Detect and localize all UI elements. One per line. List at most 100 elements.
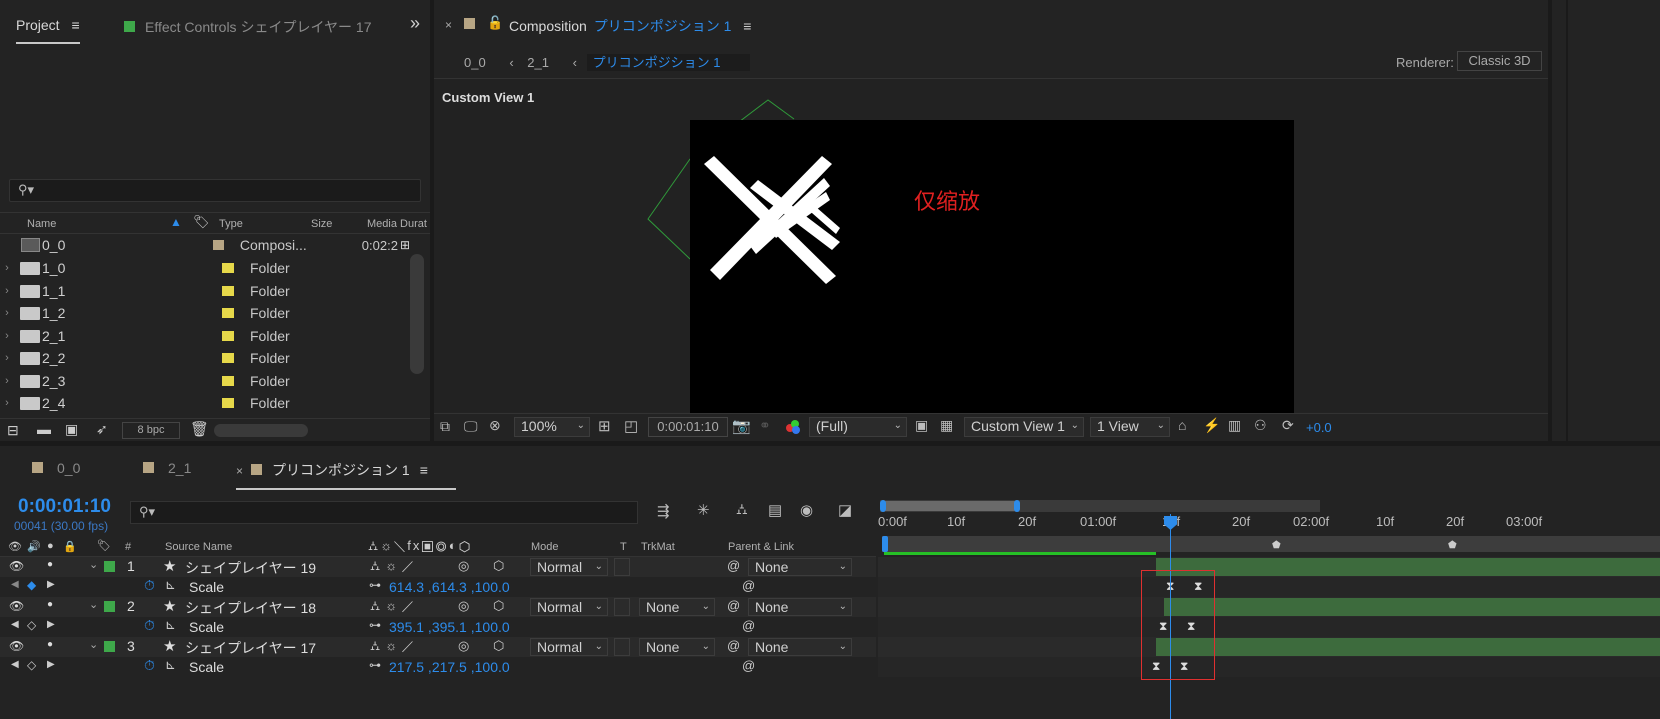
keyframe-diamond-icon[interactable]: ◆ bbox=[27, 578, 36, 592]
bpc-button[interactable]: 8 bpc bbox=[122, 422, 180, 439]
viewer-timecode[interactable]: 0:00:01:10 bbox=[648, 417, 728, 437]
renderer-button[interactable]: Classic 3D bbox=[1457, 51, 1542, 71]
visibility-eye-icon[interactable]: 👁 bbox=[9, 559, 24, 573]
list-item[interactable]: › 1_1 Folder bbox=[0, 280, 410, 302]
parent-select[interactable]: None ⌄ bbox=[748, 598, 852, 616]
col-trkmat[interactable]: TrkMat bbox=[641, 541, 675, 553]
expand-chevron-icon[interactable]: › bbox=[0, 397, 14, 409]
motion-blur-switch-icon[interactable]: ◎ bbox=[458, 558, 469, 574]
list-item[interactable]: › 2_3 Folder bbox=[0, 370, 410, 392]
timeline-tab-0_0[interactable]: 0_0 bbox=[32, 460, 80, 476]
constrain-link-icon[interactable]: ⊶ bbox=[369, 618, 381, 632]
transparency-grid-icon[interactable]: ▦ bbox=[940, 417, 953, 434]
color-channels-icon[interactable] bbox=[786, 420, 800, 434]
expand-chevron-icon[interactable]: › bbox=[0, 262, 14, 274]
layer-duration-bar[interactable] bbox=[1164, 598, 1660, 616]
property-value[interactable]: 217.5 ,217.5 ,100.0 bbox=[389, 659, 510, 675]
expand-chevron-icon[interactable]: › bbox=[0, 285, 14, 297]
constrain-link-icon[interactable]: ⊶ bbox=[369, 658, 381, 672]
fast-previews-icon[interactable]: ⚡ bbox=[1203, 417, 1220, 434]
col-size[interactable]: Size bbox=[311, 218, 332, 230]
layer-duration-bar[interactable] bbox=[1156, 638, 1660, 656]
always-preview-icon[interactable]: ⧉ bbox=[440, 418, 450, 435]
tab-composition[interactable]: Composition プリコンポジション 1 ≡ bbox=[509, 16, 751, 36]
pickwhip-icon[interactable]: @ bbox=[727, 558, 740, 573]
layer-row[interactable]: 👁 ● ⌄ 2 ★ シェイプレイヤー 18 ⛼☼⟋ ◎ ⬡ Normal ⌄ No… bbox=[0, 597, 876, 617]
expand-chevron-icon[interactable]: › bbox=[0, 330, 14, 342]
solo-dot-icon[interactable]: ● bbox=[47, 559, 53, 570]
expand-chevron-icon[interactable]: ⌄ bbox=[89, 638, 98, 651]
panel-menu-icon[interactable]: ≡ bbox=[420, 462, 428, 478]
navigator-start-icon[interactable] bbox=[880, 500, 886, 512]
preserve-transparency[interactable] bbox=[614, 558, 630, 576]
overflow-chevrons-icon[interactable]: » bbox=[410, 13, 420, 34]
composition-viewer[interactable]: Custom View 1 仅缩放 bbox=[434, 78, 1548, 413]
project-search-input[interactable]: ⚲▾ bbox=[9, 179, 421, 202]
layer-label-swatch[interactable] bbox=[104, 641, 115, 652]
toggle-pixel-aspect-icon[interactable]: ⌂ bbox=[1178, 417, 1186, 433]
trkmat-select[interactable]: None ⌄ bbox=[639, 598, 715, 616]
expand-chevron-icon[interactable]: › bbox=[0, 375, 14, 387]
visibility-eye-icon[interactable]: 👁 bbox=[9, 599, 24, 613]
next-keyframe-icon[interactable]: ▶ bbox=[47, 579, 55, 590]
solo-dot-icon[interactable]: ● bbox=[47, 639, 53, 650]
timeline-tab-active[interactable]: × プリコンポジション 1 ≡ bbox=[236, 460, 428, 480]
stopwatch-icon[interactable]: ⏱ bbox=[144, 617, 155, 634]
solo-dot-icon[interactable]: ● bbox=[47, 599, 53, 610]
expand-chevron-icon[interactable]: › bbox=[0, 352, 14, 364]
tab-effect-controls[interactable]: Effect Controls シェイプレイヤー 17 bbox=[124, 17, 382, 37]
property-value[interactable]: 614.3 ,614.3 ,100.0 bbox=[389, 579, 510, 595]
pickwhip-icon[interactable]: @ bbox=[727, 598, 740, 613]
layer-switches[interactable]: ⛼☼⟋ bbox=[370, 598, 418, 616]
preserve-transparency[interactable] bbox=[614, 638, 630, 656]
breadcrumb-item[interactable]: 2_1 bbox=[527, 55, 549, 70]
layer-name[interactable]: シェイプレイヤー 17 bbox=[185, 638, 316, 658]
marker-icon[interactable]: ⬟ bbox=[1272, 540, 1281, 551]
layer-label-swatch[interactable] bbox=[104, 561, 115, 572]
list-item[interactable]: 0_0 Composi... 0:02:2 ⊞ bbox=[0, 234, 410, 256]
graph-icon[interactable]: ⊾ bbox=[165, 577, 176, 593]
timeline-icon[interactable]: ▥ bbox=[1228, 417, 1241, 434]
resolution-select[interactable]: (Full) ⌄ bbox=[809, 417, 907, 437]
graph-icon[interactable]: ⊾ bbox=[165, 617, 176, 633]
draft-3d-icon[interactable]: ✳ bbox=[697, 501, 710, 519]
col-media-duration[interactable]: Media Durat bbox=[367, 218, 427, 230]
work-area-bar[interactable]: ⬟ ⬟ bbox=[882, 536, 1660, 552]
layer-name[interactable]: シェイプレイヤー 18 bbox=[185, 598, 316, 618]
view-select[interactable]: Custom View 1 ⌄ bbox=[964, 417, 1084, 437]
navigator-handle[interactable] bbox=[884, 501, 1016, 511]
expression-pickwhip-icon[interactable]: @ bbox=[742, 658, 755, 673]
trkmat-select[interactable]: None ⌄ bbox=[639, 638, 715, 656]
col-name[interactable]: Name bbox=[27, 218, 56, 230]
expand-chevron-icon[interactable]: ⌄ bbox=[89, 598, 98, 611]
list-item[interactable]: › 1_2 Folder bbox=[0, 302, 410, 324]
navigator-end-icon[interactable] bbox=[1014, 500, 1020, 512]
monitor-icon[interactable]: 🖵 bbox=[464, 418, 478, 435]
prev-keyframe-icon[interactable]: ◀ bbox=[11, 619, 19, 630]
property-value[interactable]: 395.1 ,395.1 ,100.0 bbox=[389, 619, 510, 635]
close-icon[interactable]: × bbox=[445, 18, 452, 32]
list-item[interactable]: › 2_2 Folder bbox=[0, 347, 410, 369]
prev-keyframe-icon[interactable]: ◀ bbox=[11, 659, 19, 670]
project-scrollbar[interactable] bbox=[410, 254, 424, 374]
stopwatch-icon[interactable]: ⏱ bbox=[144, 577, 155, 594]
hide-shy-layers-icon[interactable]: ⛼ bbox=[736, 501, 748, 520]
layer-row[interactable]: 👁 ● ⌄ 1 ★ シェイプレイヤー 19 ⛼☼⟋ ◎ ⬡ Normal ⌄ @ … bbox=[0, 557, 876, 577]
expression-pickwhip-icon[interactable]: @ bbox=[742, 578, 755, 593]
keyframe-diamond-icon[interactable]: ◇ bbox=[27, 658, 36, 672]
view-layout-select[interactable]: 1 View ⌄ bbox=[1090, 417, 1170, 437]
timeline-tab-2_1[interactable]: 2_1 bbox=[143, 460, 191, 476]
mode-select[interactable]: Normal ⌄ bbox=[530, 598, 608, 616]
property-row[interactable]: ◀ ◇ ▶ ⏱ ⊾ Scale ⊶ 217.5 ,217.5 ,100.0 @ bbox=[0, 657, 876, 677]
layer-name[interactable]: シェイプレイヤー 19 bbox=[185, 558, 316, 578]
marker-icon[interactable]: ⬟ bbox=[1448, 540, 1457, 551]
preserve-transparency[interactable] bbox=[614, 598, 630, 616]
stopwatch-icon[interactable]: ⏱ bbox=[144, 657, 155, 674]
col-source-name[interactable]: Source Name bbox=[165, 541, 232, 553]
trash-icon[interactable]: 🗑 bbox=[190, 420, 209, 438]
work-area-navigator[interactable] bbox=[880, 500, 1320, 512]
layer-switches[interactable]: ⛼☼⟋ bbox=[370, 638, 418, 656]
panel-menu-icon[interactable]: ≡ bbox=[743, 18, 751, 34]
lock-icon[interactable]: 🔓 bbox=[487, 15, 503, 31]
mode-select[interactable]: Normal ⌄ bbox=[530, 638, 608, 656]
